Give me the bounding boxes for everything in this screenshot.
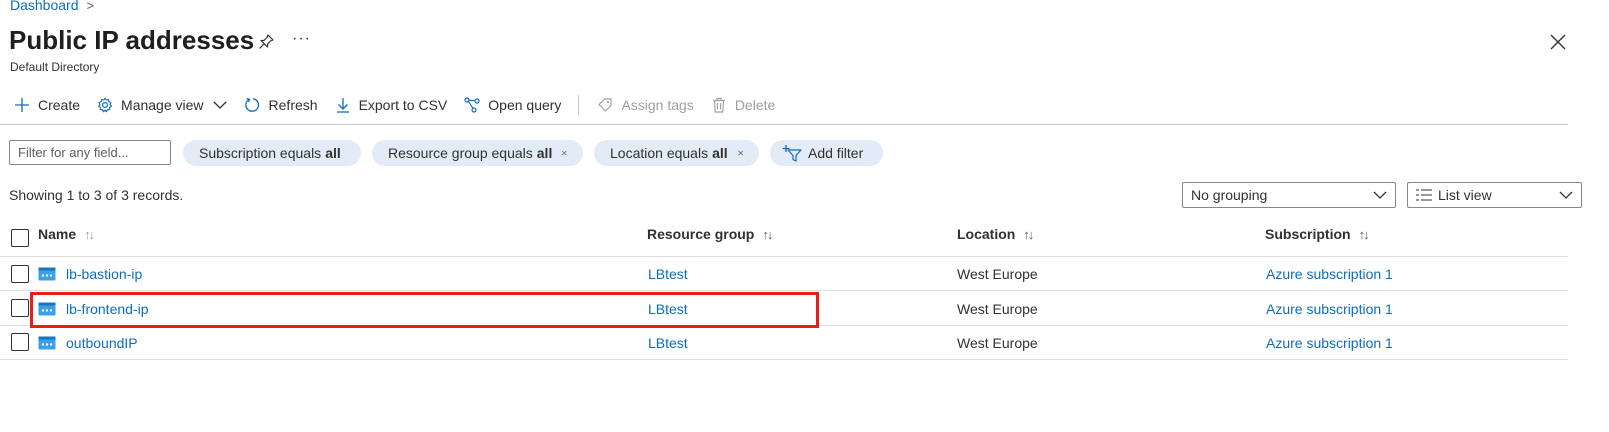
add-filter-label: Add filter (808, 145, 864, 161)
resource-group-link[interactable]: LBtest (648, 266, 688, 282)
manage-view-button[interactable]: Manage view (97, 97, 228, 113)
more-options-icon[interactable]: ··· (292, 30, 311, 48)
location-filter-label: Location equals (610, 145, 709, 161)
create-button[interactable]: Create (14, 97, 80, 113)
tag-icon (598, 98, 613, 112)
row-checkbox[interactable] (11, 299, 29, 317)
row-divider (0, 290, 1568, 291)
download-icon (336, 98, 349, 113)
location-cell: West Europe (957, 335, 1038, 351)
delete-label: Delete (734, 97, 776, 113)
subscription-filter-label: Subscription equals (199, 145, 322, 161)
column-resource-group-label: Resource group (647, 226, 755, 242)
list-view-icon (1416, 189, 1432, 201)
header-divider (0, 256, 1568, 257)
toolbar-divider-line (0, 124, 1568, 125)
toolbar-divider (578, 95, 580, 115)
resource-group-filter-label: Resource group equals (388, 145, 533, 161)
refresh-label: Refresh (268, 97, 318, 113)
location-filter-value: all (712, 145, 728, 161)
chevron-down-icon (213, 101, 226, 109)
location-cell: West Europe (957, 266, 1038, 282)
subscription-filter-value: all (325, 145, 341, 161)
create-label: Create (38, 97, 81, 113)
subscription-link[interactable]: Azure subscription 1 (1266, 266, 1393, 282)
column-header-name[interactable]: Name ↑↓ (38, 226, 95, 242)
resource-name-link[interactable]: lb-bastion-ip (66, 266, 142, 282)
highlight-box (30, 292, 819, 328)
records-count: Showing 1 to 3 of 3 records. (9, 187, 184, 203)
sort-icon: ↑↓ (1358, 226, 1370, 242)
row-divider (0, 359, 1568, 360)
assign-tags-button[interactable]: Assign tags (597, 97, 694, 113)
resource-group-filter-pill[interactable]: Resource group equals all (372, 140, 583, 166)
page-title: Public IP addresses (9, 25, 255, 55)
public-ip-icon (38, 267, 56, 281)
page-subtitle: Default Directory (10, 60, 100, 74)
add-filter-icon (782, 145, 802, 162)
location-cell: West Europe (957, 301, 1038, 317)
sort-icon: ↑↓ (762, 226, 773, 242)
column-header-subscription[interactable]: Subscription ↑↓ (1265, 226, 1370, 242)
column-subscription-label: Subscription (1265, 226, 1351, 242)
location-filter-pill[interactable]: Location equals all (594, 140, 759, 166)
manage-view-label: Manage view (121, 97, 204, 113)
open-query-button[interactable]: Open query (464, 97, 561, 113)
column-name-label: Name (38, 226, 77, 242)
column-location-label: Location (957, 226, 1016, 242)
subscription-filter-pill[interactable]: Subscription equals all (183, 140, 361, 166)
open-query-label: Open query (488, 97, 562, 113)
resource-name-link[interactable]: outboundIP (66, 335, 138, 351)
sort-icon: ↑↓ (84, 226, 95, 242)
view-dropdown[interactable]: List view (1407, 182, 1582, 208)
plus-icon (15, 98, 29, 112)
remove-filter-icon[interactable] (737, 147, 743, 159)
breadcrumb-separator: > (86, 0, 95, 13)
remove-filter-icon[interactable] (562, 147, 567, 159)
subscription-link[interactable]: Azure subscription 1 (1266, 335, 1393, 351)
assign-tags-label: Assign tags (621, 97, 694, 113)
view-selected: List view (1438, 187, 1492, 203)
pin-icon[interactable] (258, 34, 274, 50)
export-csv-button[interactable]: Export to CSV (335, 97, 448, 113)
column-header-location[interactable]: Location ↑↓ (957, 226, 1034, 242)
command-bar: Create Manage view Refresh Export to CSV… (14, 92, 792, 118)
row-checkbox[interactable] (11, 265, 29, 283)
delete-button[interactable]: Delete (711, 97, 775, 113)
refresh-button[interactable]: Refresh (244, 97, 318, 113)
resource-group-link[interactable]: LBtest (648, 335, 688, 351)
sort-icon: ↑↓ (1023, 226, 1034, 242)
select-all-checkbox[interactable] (11, 229, 29, 247)
export-csv-label: Export to CSV (358, 97, 448, 113)
subscription-link[interactable]: Azure subscription 1 (1266, 301, 1393, 317)
chevron-down-icon (1373, 191, 1387, 199)
filter-input[interactable] (9, 140, 171, 165)
trash-icon (712, 97, 725, 113)
close-icon[interactable] (1550, 34, 1566, 50)
query-icon (464, 97, 480, 113)
chevron-down-icon (1559, 191, 1573, 199)
gear-icon (97, 97, 113, 113)
public-ip-icon (38, 336, 56, 350)
refresh-icon (244, 97, 259, 112)
add-filter-button[interactable]: Add filter (770, 140, 883, 166)
column-header-resource-group[interactable]: Resource group ↑↓ (647, 226, 773, 242)
row-checkbox[interactable] (11, 333, 29, 351)
breadcrumb: Dashboard > (10, 0, 94, 13)
grouping-selected: No grouping (1191, 187, 1268, 203)
grouping-dropdown[interactable]: No grouping (1182, 182, 1396, 208)
breadcrumb-dashboard-link[interactable]: Dashboard (10, 0, 79, 13)
resource-group-filter-value: all (536, 145, 553, 161)
